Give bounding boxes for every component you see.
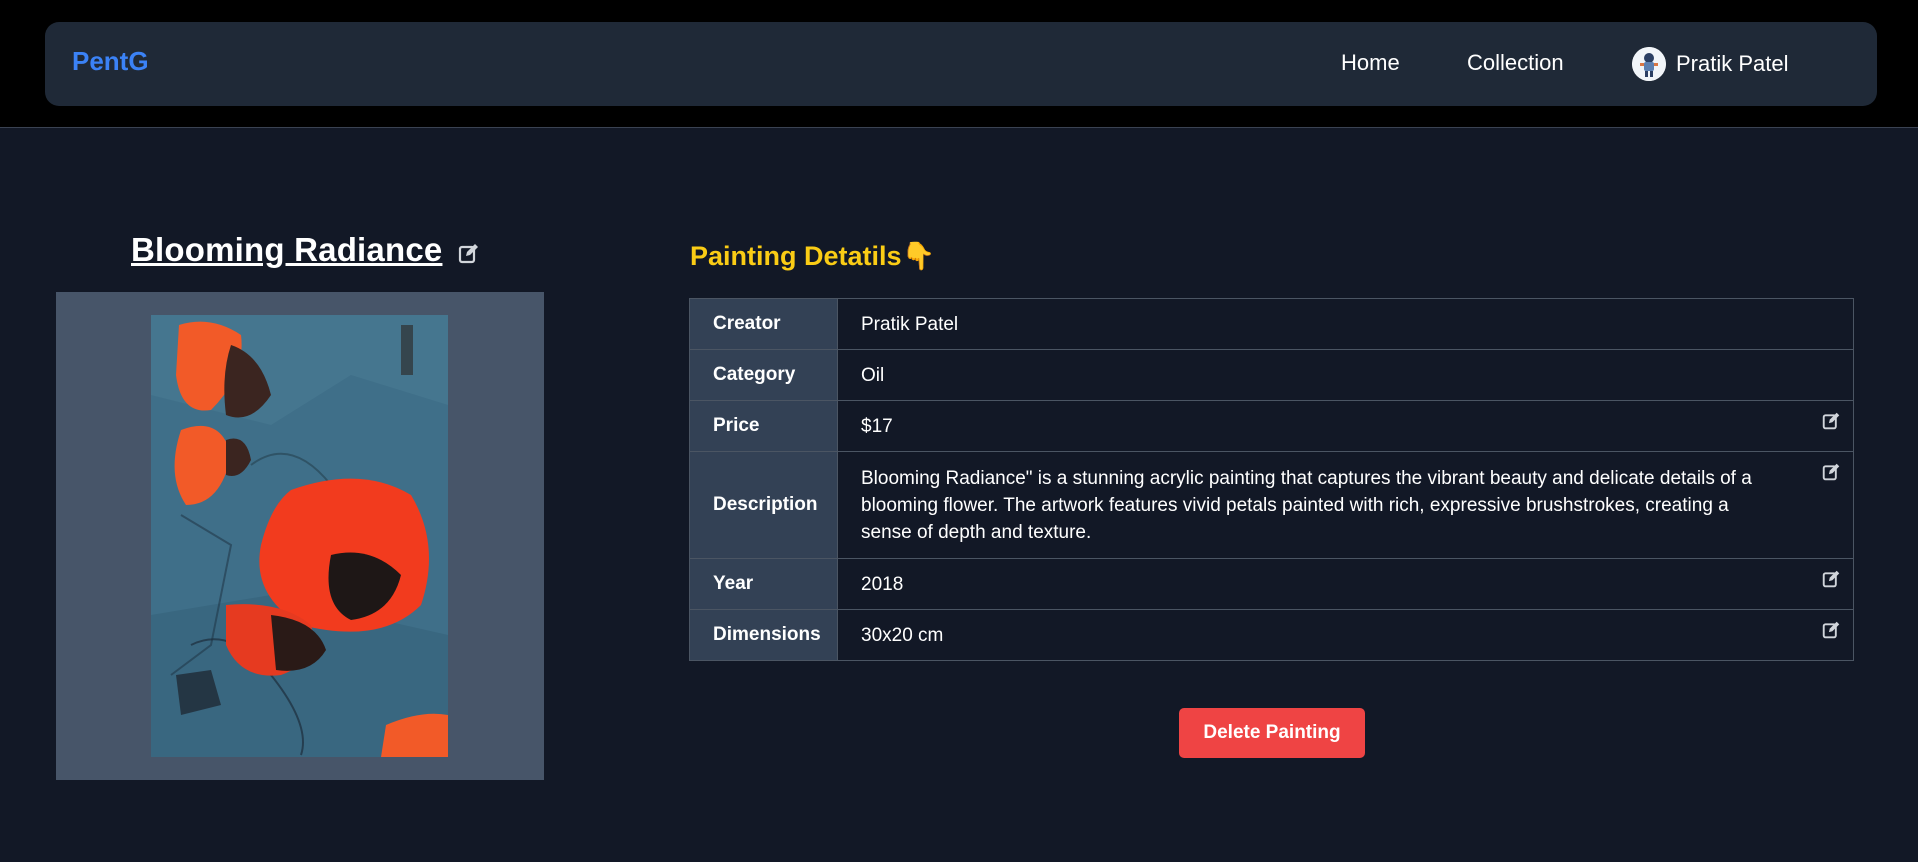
category-value: Oil bbox=[861, 364, 885, 386]
delete-painting-button[interactable]: Delete Painting bbox=[1179, 708, 1365, 758]
detail-key: Year bbox=[689, 558, 838, 610]
details-row-dimensions: Dimensions 30x20 cm bbox=[689, 609, 1854, 661]
nav-collection-link[interactable]: Collection bbox=[1467, 50, 1564, 76]
detail-value: $17 bbox=[837, 400, 1854, 452]
edit-dimensions-icon[interactable] bbox=[1822, 620, 1841, 639]
edit-year-icon[interactable] bbox=[1822, 569, 1841, 588]
details-row-year: Year 2018 bbox=[689, 558, 1854, 610]
detail-key: Price bbox=[689, 400, 838, 452]
painting-frame bbox=[56, 292, 544, 780]
detail-key: Description bbox=[689, 451, 838, 559]
edit-title-icon[interactable] bbox=[458, 242, 480, 264]
edit-price-icon[interactable] bbox=[1822, 411, 1841, 430]
navbar: PentG Home Collection Pratik Patel bbox=[45, 22, 1877, 106]
details-row-description: Description Blooming Radiance" is a stun… bbox=[689, 451, 1854, 559]
details-row-category: Category Oil bbox=[689, 349, 1854, 401]
top-bar: PentG Home Collection Pratik Patel bbox=[0, 0, 1918, 128]
detail-key: Creator bbox=[689, 298, 838, 350]
brand-logo[interactable]: PentG bbox=[72, 46, 149, 77]
detail-value: 30x20 cm bbox=[837, 609, 1854, 661]
detail-key: Dimensions bbox=[689, 609, 838, 661]
avatar bbox=[1632, 47, 1666, 81]
detail-key: Category bbox=[689, 349, 838, 401]
user-name: Pratik Patel bbox=[1676, 51, 1789, 76]
detail-value: 2018 bbox=[837, 558, 1854, 610]
details-row-creator: Creator Pratik Patel bbox=[689, 298, 1854, 350]
edit-description-icon[interactable] bbox=[1822, 462, 1841, 481]
price-value: $17 bbox=[861, 415, 893, 437]
details-row-price: Price $17 bbox=[689, 400, 1854, 452]
dimensions-value: 30x20 cm bbox=[861, 624, 944, 646]
user-menu[interactable]: Pratik Patel bbox=[1632, 46, 1789, 82]
creator-value: Pratik Patel bbox=[861, 313, 959, 335]
detail-value: Oil bbox=[837, 349, 1854, 401]
details-heading: Painting Detatils👇 bbox=[690, 241, 936, 271]
description-value: Blooming Radiance" is a stunning acrylic… bbox=[861, 467, 1752, 543]
year-value: 2018 bbox=[861, 573, 904, 595]
detail-value: Pratik Patel bbox=[837, 298, 1854, 350]
painting-title-row: Blooming Radiance bbox=[131, 228, 480, 272]
nav-home-link[interactable]: Home bbox=[1341, 50, 1400, 76]
painting-title: Blooming Radiance bbox=[131, 231, 443, 268]
details-table: Creator Pratik Patel Category Oil Price … bbox=[689, 298, 1854, 661]
detail-value: Blooming Radiance" is a stunning acrylic… bbox=[837, 451, 1854, 559]
painting-image bbox=[151, 315, 448, 757]
